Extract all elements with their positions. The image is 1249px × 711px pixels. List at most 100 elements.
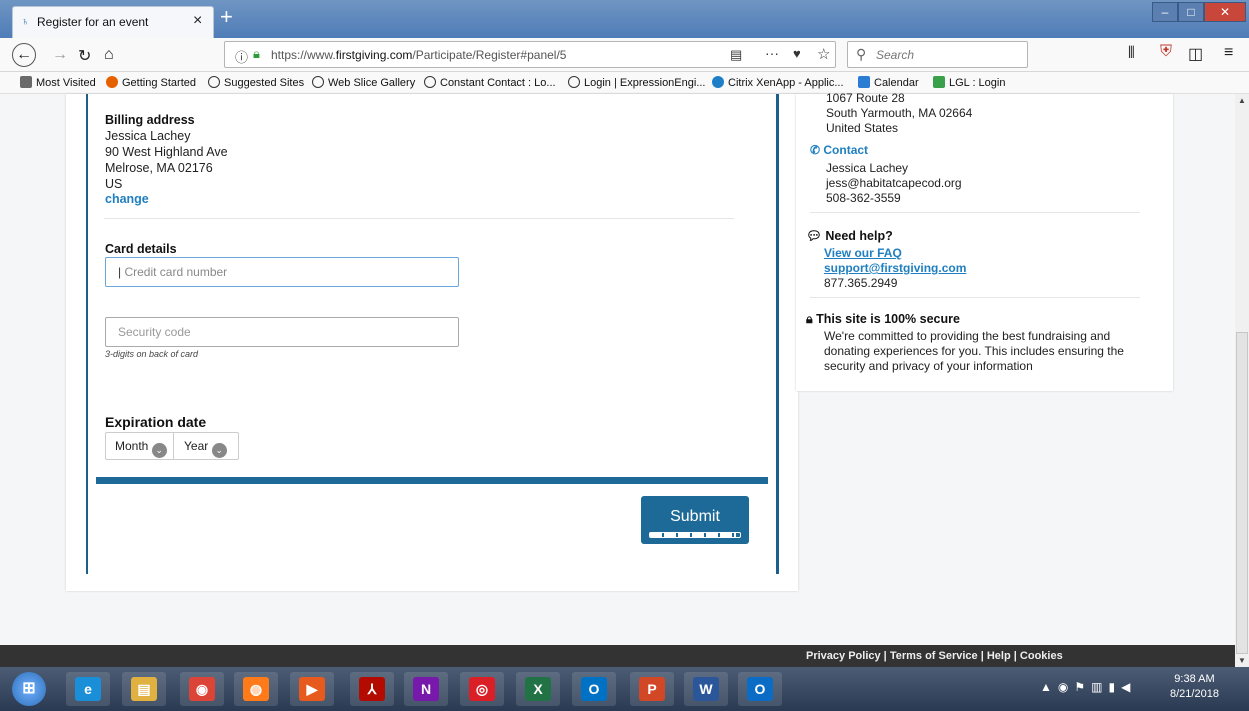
back-icon[interactable]: ← (12, 43, 36, 67)
bookmarks-toolbar: Most Visited Getting Started Suggested S… (0, 72, 1249, 94)
tab-title: Register for an event (37, 15, 149, 29)
help-link[interactable]: Help (987, 650, 1011, 662)
creative-cloud-icon[interactable]: ◎ (460, 672, 504, 706)
pocket-icon[interactable]: ♥ (793, 46, 801, 61)
onenote-icon-glyph: N (413, 677, 439, 701)
change-address-link[interactable]: change (105, 192, 149, 206)
powerpoint-icon-glyph: P (639, 677, 665, 701)
word-icon[interactable]: W (684, 672, 728, 706)
search-box[interactable]: ⚲ Search (847, 41, 1028, 68)
tab-register-event[interactable]: ♄ Register for an event × (12, 6, 214, 38)
network-icon[interactable]: ◉ (1058, 680, 1074, 694)
billing-country: US (105, 177, 123, 191)
forward-icon[interactable]: → (52, 46, 68, 64)
year-select[interactable]: Year ⌄ (175, 433, 239, 459)
chrome-icon[interactable]: ◉ (180, 672, 224, 706)
tray-expand-icon[interactable]: ▲ (1040, 680, 1058, 694)
cookies-link[interactable]: Cookies (1020, 650, 1063, 662)
home-icon[interactable]: ⌂ (104, 46, 114, 64)
page-scrollbar[interactable]: ▲ ▼ (1235, 94, 1249, 667)
bookmark-citrix-xenapp[interactable]: Citrix XenApp - Applic... (712, 76, 844, 89)
footer-links: Privacy Policy | Terms of Service | Help… (806, 650, 1063, 662)
chrome-icon-glyph: ◉ (189, 677, 215, 701)
file-explorer-icon[interactable]: ▤ (122, 672, 166, 706)
bookmark-constant-contact[interactable]: Constant Contact : Lo... (424, 76, 556, 89)
media-player-icon[interactable]: ▶ (290, 672, 334, 706)
sidebar-divider (810, 212, 1140, 213)
reader-view-icon[interactable]: ▤ (730, 47, 742, 63)
org-address-line2: South Yarmouth, MA 02664 (826, 106, 973, 120)
onenote-icon[interactable]: N (404, 672, 448, 706)
windows-start-icon[interactable]: ⊞ (12, 672, 46, 706)
terms-of-service-link[interactable]: Terms of Service (890, 650, 978, 662)
tab-close-icon[interactable]: × (193, 12, 202, 30)
bookmark-lgl-login[interactable]: LGL : Login (933, 76, 1005, 89)
maximize-button[interactable]: □ (1178, 2, 1204, 22)
sidebar-divider (810, 297, 1140, 298)
bookmark-getting-started[interactable]: Getting Started (106, 76, 196, 89)
acrobat-icon[interactable]: ⅄ (350, 672, 394, 706)
bookmark-most-visited[interactable]: Most Visited (20, 76, 96, 89)
lock-icon: 🔒︎ (806, 312, 817, 326)
section-divider (104, 218, 734, 219)
browser-tab-bar: ♄ Register for an event × + – □ ✕ (0, 0, 1249, 38)
outlook-icon[interactable]: O (572, 672, 616, 706)
calendar-icon (858, 76, 870, 88)
panel-border-left (86, 94, 88, 574)
powerpoint-icon[interactable]: P (630, 672, 674, 706)
faq-link[interactable]: View our FAQ (824, 246, 902, 261)
support-email-link[interactable]: support@firstgiving.com (824, 261, 966, 276)
privacy-policy-link[interactable]: Privacy Policy (806, 650, 881, 662)
org-address-line3: United States (826, 121, 899, 135)
gear-icon (20, 76, 32, 88)
volume-icon[interactable]: ◀ (1121, 680, 1136, 694)
page-info-icon[interactable]: ⓘ (235, 47, 248, 66)
excel-icon[interactable]: X (516, 672, 560, 706)
submit-button[interactable]: Submit (641, 496, 749, 544)
scroll-up-icon[interactable]: ▲ (1238, 96, 1246, 105)
registration-panel: Billing address Jessica Lachey 90 West H… (66, 94, 798, 591)
credit-card-number-input[interactable]: | Credit card number (105, 257, 459, 287)
panel-border-divider (777, 94, 779, 574)
menu-icon[interactable]: ≡ (1224, 44, 1233, 62)
bookmark-star-icon[interactable]: ☆ (817, 45, 830, 63)
firefox-icon[interactable]: ◍ (234, 672, 278, 706)
addon-icon[interactable]: ⛨ (1160, 43, 1172, 61)
bookmark-web-slice-gallery[interactable]: Web Slice Gallery (312, 76, 415, 89)
sidebar-toggle-icon[interactable]: ◫ (1188, 44, 1203, 64)
scrollbar-thumb[interactable] (1236, 332, 1248, 654)
close-window-button[interactable]: ✕ (1204, 2, 1246, 22)
reload-icon[interactable]: ↻ (78, 46, 91, 66)
contact-email: jess@habitatcapecod.org (826, 176, 962, 190)
internet-explorer-icon-glyph: e (75, 677, 101, 701)
address-bar[interactable]: ⓘ 🔒︎ https://www.firstgiving.com/Partici… (224, 41, 836, 68)
minimize-button[interactable]: – (1152, 2, 1178, 22)
security-code-input[interactable]: Security code (105, 317, 459, 347)
bookmark-suggested-sites[interactable]: Suggested Sites (208, 76, 304, 89)
org-address-line1: 1067 Route 28 (826, 91, 905, 105)
page-actions-icon[interactable]: ··· (765, 45, 779, 61)
outlook-alt-icon[interactable]: O (738, 672, 782, 706)
scroll-down-icon[interactable]: ▼ (1238, 656, 1246, 665)
flag-icon[interactable]: ⚑ (1074, 680, 1091, 694)
globe-icon (208, 76, 220, 88)
secure-heading: 🔒︎ This site is 100% secure (806, 312, 960, 326)
display-icon[interactable]: ▥ (1091, 680, 1108, 694)
signal-icon[interactable]: ▮ (1108, 680, 1121, 694)
system-clock[interactable]: 9:38 AM 8/21/2018 (1170, 672, 1219, 702)
support-phone: 877.365.2949 (824, 276, 898, 290)
internet-explorer-icon[interactable]: e (66, 672, 110, 706)
system-tray: ▲◉⚑▥▮◀ (1040, 680, 1136, 694)
month-select[interactable]: Month ⌄ (106, 433, 174, 459)
new-tab-button[interactable]: + (220, 6, 233, 28)
globe-icon (312, 76, 324, 88)
library-icon[interactable]: ⫴ (1128, 45, 1135, 63)
bookmark-expressionengine[interactable]: Login | ExpressionEngi... (568, 76, 705, 89)
file-explorer-icon-glyph: ▤ (131, 677, 157, 701)
search-placeholder: Search (876, 48, 915, 62)
firefox-icon (106, 76, 118, 88)
security-code-hint: 3-digits on back of card (105, 349, 199, 359)
bookmark-calendar[interactable]: Calendar (858, 76, 919, 89)
billing-street: 90 West Highland Ave (105, 145, 228, 159)
creative-cloud-icon-glyph: ◎ (469, 677, 495, 701)
